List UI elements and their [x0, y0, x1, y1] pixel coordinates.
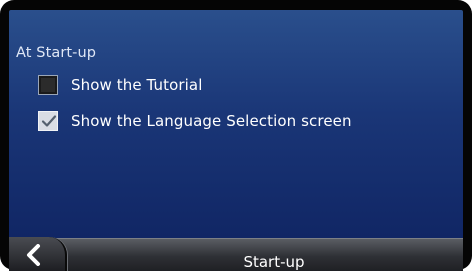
section-heading: At Start-up	[16, 45, 97, 61]
checkmark-icon	[41, 115, 57, 127]
show-language-selection-checkbox[interactable]	[38, 111, 58, 131]
back-button[interactable]	[9, 237, 67, 271]
show-tutorial-checkbox[interactable]	[38, 75, 58, 95]
device-frame: At Start-up Show the Tutorial Show the L…	[0, 0, 472, 271]
show-language-selection-option[interactable]: Show the Language Selection screen	[38, 111, 352, 131]
show-language-selection-label: Show the Language Selection screen	[71, 112, 352, 130]
bottom-bar: Start-up	[9, 237, 463, 271]
show-tutorial-option[interactable]: Show the Tutorial	[38, 75, 202, 95]
screen-title: Start-up	[243, 253, 305, 271]
show-tutorial-label: Show the Tutorial	[71, 76, 203, 94]
back-arrow-icon	[27, 244, 40, 266]
